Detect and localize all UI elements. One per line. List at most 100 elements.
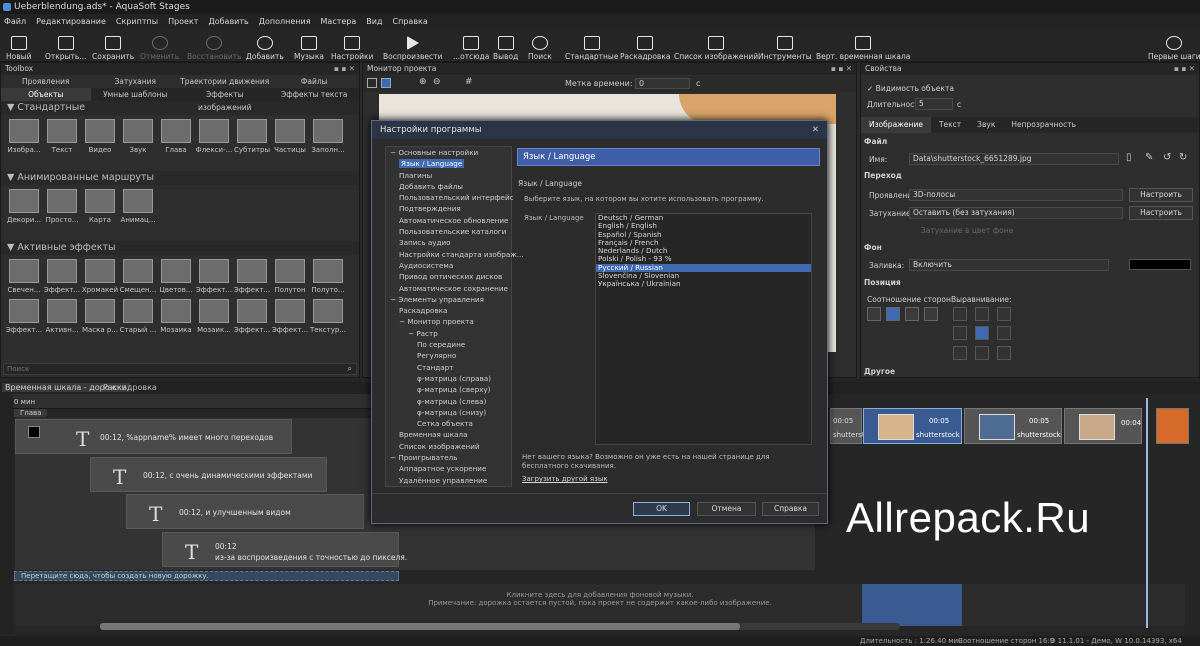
path-tile-2[interactable]: Карта — [81, 187, 119, 227]
duration-input[interactable]: 5 — [915, 98, 953, 110]
search-icon[interactable]: ⌕ — [348, 364, 352, 374]
effect-tile-12[interactable]: Старый ... — [119, 297, 157, 337]
select-tool-icon[interactable] — [367, 78, 377, 88]
tree-item-21[interactable]: φ-матрица (сверху) — [386, 384, 511, 395]
image-clip-2[interactable]: 00:05 shutterstock — [964, 408, 1062, 444]
music-track[interactable]: Кликните здесь для добавления фоновой му… — [15, 584, 1185, 626]
effect-tile-2[interactable]: Хромакей — [81, 257, 119, 297]
aspect-option-icon-2[interactable] — [905, 307, 919, 321]
align-option-icon-5[interactable] — [997, 326, 1011, 341]
effect-tile-7[interactable]: Полутон — [271, 257, 309, 297]
standard-tile-3[interactable]: Звук — [119, 117, 157, 157]
pan-tool-icon[interactable] — [381, 78, 391, 88]
toolbox-tab-0[interactable]: Объекты — [1, 88, 91, 101]
tree-item-4[interactable]: Пользовательский интерфейс — [386, 192, 514, 203]
toolbox-tab-top-3[interactable]: Файлы — [270, 75, 360, 88]
undo-button[interactable]: Отменить — [140, 31, 179, 61]
effect-tile-16[interactable]: Эффект... — [271, 297, 309, 337]
prop-tab-0[interactable]: Изображение — [861, 117, 931, 133]
tree-item-15[interactable]: − Монитор проекта — [386, 316, 511, 327]
toolbox-tab-1[interactable]: Умные шаблоны — [91, 88, 181, 101]
image-clip-4[interactable] — [1156, 408, 1189, 444]
fade-configure-button[interactable]: Настроить — [1129, 206, 1193, 220]
vertical-timeline-button[interactable]: Верт. временная шкала — [816, 31, 910, 61]
grid-icon[interactable]: # — [465, 77, 473, 87]
section-paths[interactable]: ▼ Анимированные маршруты — [1, 171, 359, 185]
edit-icon[interactable]: ✎ — [1145, 152, 1153, 163]
effect-tile-0[interactable]: Свечен... — [5, 257, 43, 297]
tools-button[interactable]: Инструменты — [758, 31, 812, 61]
tree-item-25[interactable]: Временная шкала — [386, 429, 511, 440]
toolbox-search-input[interactable]: Поиск ⌕ — [3, 363, 357, 375]
tree-item-24[interactable]: Сетка объекта — [386, 418, 511, 429]
file-browse-icon[interactable]: ▯ — [1126, 152, 1132, 163]
standard-view-button[interactable]: Стандартные — [565, 31, 618, 61]
align-option-icon-8[interactable] — [997, 345, 1011, 360]
path-tile-1[interactable]: Просто... — [43, 187, 81, 227]
appear-dropdown[interactable]: 3D-полосы — [909, 189, 1123, 201]
effect-tile-17[interactable]: Текстур... — [309, 297, 347, 337]
toolbox-tab-3[interactable]: Эффекты текста — [270, 88, 360, 101]
zoom-in-icon[interactable]: ⊕ — [419, 77, 427, 87]
scrollbar-thumb[interactable] — [100, 623, 740, 630]
image-clip-1[interactable]: 00:05 shutterstock — [863, 408, 962, 444]
chapter-marker[interactable]: Глава — [14, 409, 48, 417]
dialog-close-icon[interactable]: ✕ — [812, 121, 819, 139]
output-button[interactable]: Вывод — [493, 31, 518, 61]
tree-item-13[interactable]: − Элементы управления — [386, 294, 511, 305]
file-name-input[interactable]: Data\shutterstock_6651289.jpg — [909, 153, 1119, 165]
playhead[interactable] — [1146, 398, 1148, 628]
standard-tile-7[interactable]: Частицы — [271, 117, 309, 157]
tree-item-10[interactable]: Аудиосистема — [386, 260, 511, 271]
text-clip-3[interactable]: T 00:12, и улучшенным видом — [126, 494, 364, 529]
toolbox-tab-top-0[interactable]: Проявления — [1, 75, 91, 88]
effect-tile-11[interactable]: Маска р... — [81, 297, 119, 337]
fade-to-bg-checkbox[interactable]: Затухание в цвет фона — [921, 226, 1013, 235]
language-option-8[interactable]: Українська / Ukrainian — [596, 280, 811, 289]
search-button[interactable]: Поиск — [528, 31, 552, 61]
aspect-option-icon-0[interactable] — [867, 307, 881, 321]
tree-item-8[interactable]: Запись аудио — [386, 237, 511, 248]
prop-tab-1[interactable]: Текст — [931, 117, 969, 133]
toolbox-tab-top-2[interactable]: Траектории движения — [180, 75, 270, 88]
open-button[interactable]: Открыть... — [45, 31, 86, 61]
effect-tile-4[interactable]: Цветов... — [157, 257, 195, 297]
standard-tile-0[interactable]: Изобра... — [5, 117, 43, 157]
tree-item-2[interactable]: Плагины — [386, 170, 511, 181]
align-option-icon-6[interactable] — [953, 345, 967, 360]
effect-tile-5[interactable]: Эффект... — [195, 257, 233, 297]
prop-tab-3[interactable]: Непрозрачность — [1003, 117, 1084, 133]
ok-button[interactable]: OK — [633, 502, 690, 516]
effect-tile-1[interactable]: Эффект... — [43, 257, 81, 297]
standard-tile-2[interactable]: Видео — [81, 117, 119, 157]
timeline-scrollbar[interactable] — [100, 623, 900, 630]
timestamp-input[interactable]: 0 — [635, 78, 690, 89]
menu-item-1[interactable]: Редактирование — [36, 17, 106, 26]
tree-item-3[interactable]: Добавить файлы — [386, 181, 511, 192]
aspect-option-icon-1[interactable] — [886, 307, 900, 321]
tree-item-19[interactable]: Стандарт — [386, 362, 511, 373]
toolbox-tab-2[interactable]: Эффекты изображений — [180, 88, 270, 112]
tree-item-17[interactable]: По середине — [386, 339, 511, 350]
effect-tile-6[interactable]: Эффект... — [233, 257, 271, 297]
tree-item-14[interactable]: Раскадровка — [386, 305, 511, 316]
align-option-icon-7[interactable] — [975, 345, 989, 360]
storyboard-view-button[interactable]: Раскадровка — [620, 31, 670, 61]
visibility-checkbox[interactable]: ✓ Видимость объекта — [867, 84, 954, 93]
section-effects[interactable]: ▼ Активные эффекты — [1, 241, 359, 255]
text-clip-1[interactable]: T 00:12, %appname% имеет много переходов — [15, 419, 292, 454]
standard-tile-5[interactable]: Флекси-... — [195, 117, 233, 157]
help-button[interactable]: Справка — [762, 502, 819, 516]
effect-tile-14[interactable]: Мозаик... — [195, 297, 233, 337]
fill-dropdown[interactable]: Включить — [909, 259, 1109, 271]
section-standard[interactable]: ▼ Стандартные — [1, 101, 359, 115]
image-list-view-button[interactable]: Список изображений — [674, 31, 758, 61]
standard-tile-4[interactable]: Глава — [157, 117, 195, 157]
menu-item-6[interactable]: Мастера — [321, 17, 357, 26]
tab-storyboard[interactable]: Раскадровка — [103, 383, 157, 392]
new-track-drop-zone[interactable]: Перетащите сюда, чтобы создать новую дор… — [14, 571, 399, 581]
align-option-icon-1[interactable] — [975, 307, 989, 321]
fade-dropdown[interactable]: Оставить (без затухания) — [909, 207, 1123, 219]
image-clip-0[interactable]: 00:05 shutterstock — [830, 408, 877, 444]
effect-tile-3[interactable]: Смещен... — [119, 257, 157, 297]
